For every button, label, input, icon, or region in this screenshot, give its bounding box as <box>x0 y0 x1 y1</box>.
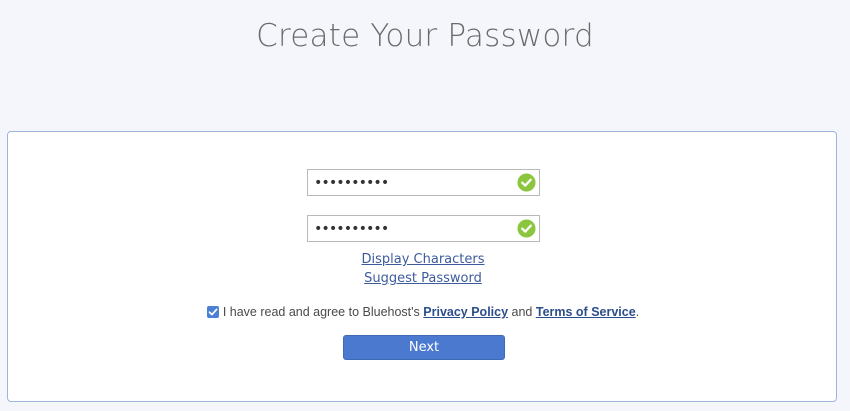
confirm-password-input[interactable] <box>308 216 509 241</box>
password-input[interactable] <box>308 170 509 195</box>
confirm-password-field[interactable] <box>307 215 540 242</box>
agree-and-text: and <box>508 305 536 319</box>
privacy-policy-link[interactable]: Privacy Policy <box>423 305 508 319</box>
display-characters-link[interactable]: Display Characters <box>8 252 838 267</box>
suggest-password-link[interactable]: Suggest Password <box>8 271 838 286</box>
check-circle-icon <box>517 219 536 238</box>
password-form-card: Display Characters Suggest Password I ha… <box>7 131 837 402</box>
check-circle-icon <box>517 173 536 192</box>
next-button[interactable]: Next <box>343 335 505 360</box>
agree-row: I have read and agree to Bluehost's Priv… <box>8 305 838 319</box>
agree-checkbox[interactable] <box>206 306 219 318</box>
checkmark-icon <box>208 308 218 316</box>
password-field[interactable] <box>307 169 540 196</box>
page-title: Create Your Password <box>256 18 594 54</box>
agree-text: I have read and agree to Bluehost's <box>222 305 424 319</box>
terms-of-service-link[interactable]: Terms of Service <box>536 305 636 319</box>
agree-suffix: . <box>635 305 640 319</box>
